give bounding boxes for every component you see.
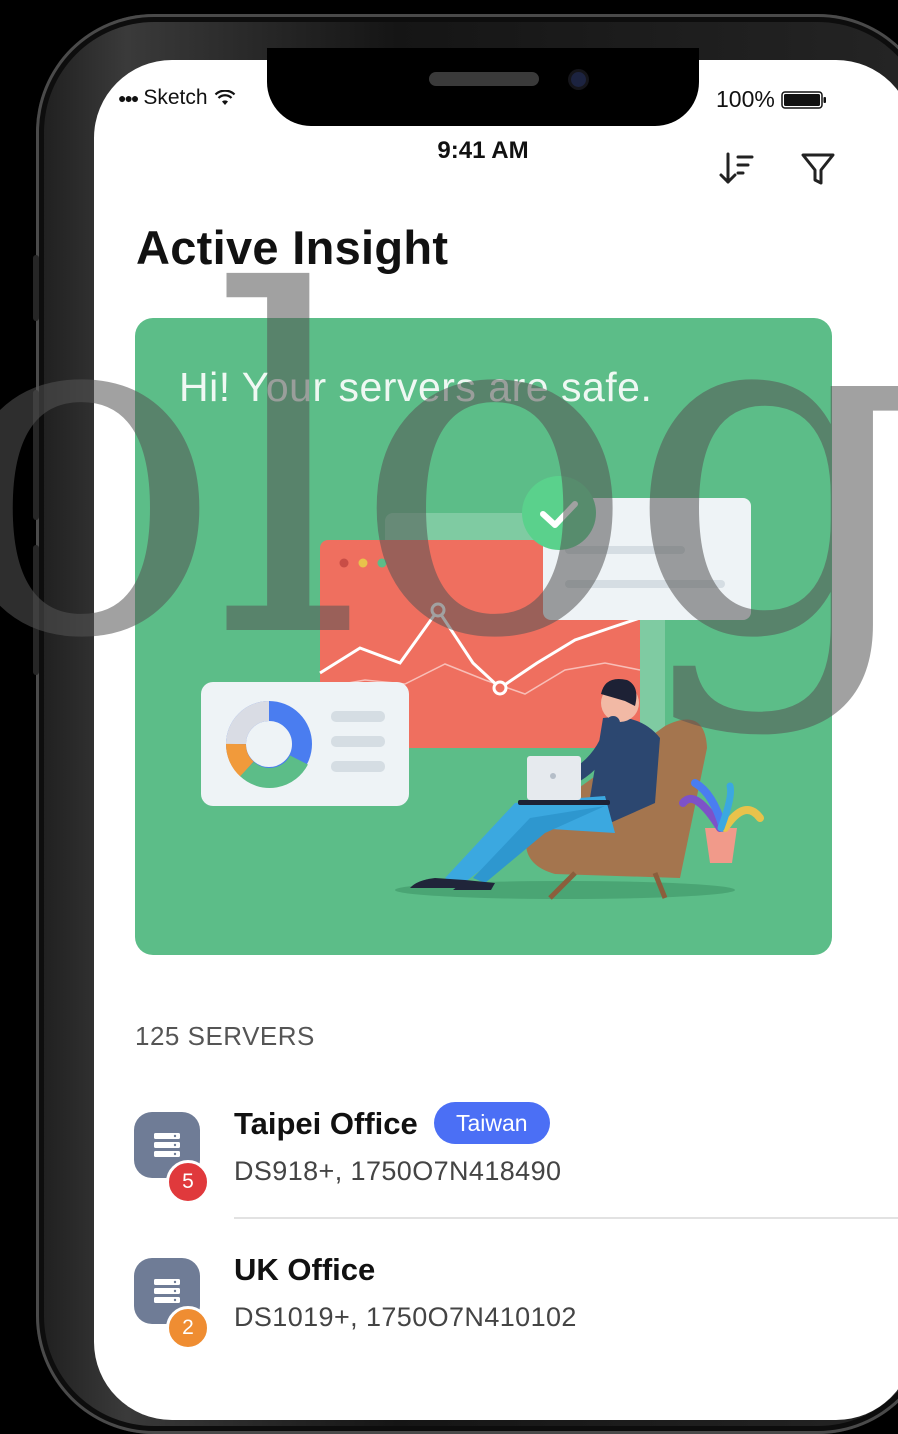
battery-icon — [781, 90, 826, 109]
server-detail: DS1019+, 1750O7N410102 — [234, 1302, 577, 1332]
hero-message: Hi! Your servers are safe. — [179, 364, 653, 410]
mute-switch — [33, 255, 39, 321]
front-camera — [571, 72, 586, 87]
battery-label: 100% — [716, 86, 775, 112]
server-count-label: 125 SERVERS — [135, 1021, 315, 1051]
location-tag[interactable]: Taiwan — [434, 1102, 550, 1144]
speaker — [429, 72, 539, 86]
status-time: 9:41 AM — [437, 137, 529, 164]
server-row-uk-office[interactable]: 2 UK Office DS1019+, 1750O7N410102 — [134, 1248, 894, 1368]
hero-illustration — [201, 476, 764, 900]
server-detail: DS918+, 1750O7N418490 — [234, 1156, 562, 1186]
status-carrier: ●●● Sketch — [118, 86, 236, 110]
filter-icon[interactable] — [800, 150, 836, 188]
signal-icon: ●●● — [118, 90, 139, 106]
alert-count-badge: 2 — [166, 1306, 210, 1350]
server-icon: 5 — [134, 1112, 210, 1204]
server-name: Taipei Office — [234, 1106, 418, 1141]
wifi-icon — [214, 90, 235, 105]
server-icon: 2 — [134, 1258, 210, 1350]
alert-count-badge: 5 — [166, 1160, 210, 1204]
notch — [267, 48, 699, 126]
volume-down-button — [33, 545, 39, 675]
sort-descending-icon[interactable] — [716, 148, 756, 188]
page-title: Active Insight — [136, 221, 449, 274]
server-stack-icon — [154, 1133, 180, 1157]
list-divider — [234, 1217, 898, 1219]
status-battery: 100% — [716, 86, 827, 113]
server-stack-icon — [154, 1279, 180, 1303]
carrier-label: Sketch — [143, 86, 208, 109]
hero-card: Hi! Your servers are safe. — [135, 318, 832, 955]
server-name: UK Office — [234, 1252, 376, 1287]
server-row-taipei-office[interactable]: 5 Taipei Office Taiwan DS918+, 1750O7N41… — [134, 1102, 894, 1222]
volume-up-button — [33, 390, 39, 520]
